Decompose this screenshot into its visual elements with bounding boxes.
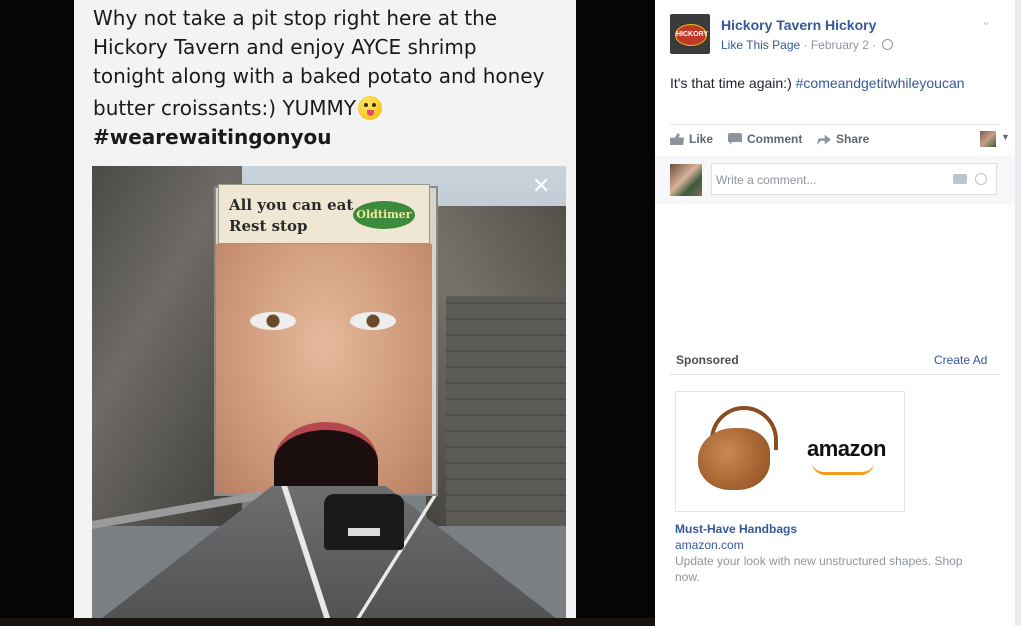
comment-label: Comment xyxy=(747,132,803,146)
share-button[interactable]: Share xyxy=(817,132,869,146)
page-name-link[interactable]: Hickory Tavern Hickory xyxy=(721,17,876,33)
share-label: Share xyxy=(836,132,870,146)
ad-domain-link[interactable]: amazon.com xyxy=(675,538,744,552)
share-arrow-icon xyxy=(817,134,831,145)
billboard-ad-image: All you can eat Rest stop Oldtimer ✕ xyxy=(92,166,566,626)
billboard-sign: All you can eat Rest stop Oldtimer xyxy=(218,184,430,244)
page-avatar[interactable]: HICKORY xyxy=(670,14,710,54)
globe-icon xyxy=(881,39,893,50)
sponsored-heading: Sponsored xyxy=(676,353,739,367)
ad-title-link[interactable]: Must-Have Handbags xyxy=(675,522,797,536)
stone-wall xyxy=(446,296,566,526)
divider xyxy=(670,124,1000,125)
winking-tongue-emoji-icon xyxy=(358,96,383,120)
left-eye xyxy=(250,312,296,330)
post-meta: Like This Page · February 2 · xyxy=(721,38,893,52)
photo-caption-text: Why not take a pit stop right here at th… xyxy=(93,6,545,120)
page-logo: HICKORY xyxy=(675,24,708,46)
post-hashtag-link[interactable]: #comeandgetitwhileyoucan xyxy=(796,75,965,91)
thumbs-up-icon xyxy=(670,133,684,145)
photo-caption: Why not take a pit stop right here at th… xyxy=(93,4,563,152)
photo-hashtag: #wearewaitingonyou xyxy=(93,125,332,149)
handbag-image xyxy=(690,404,778,496)
emoji-icon[interactable] xyxy=(975,173,987,185)
billboard-brand-logo: Oldtimer xyxy=(353,201,415,229)
post-actions: Like Comment Share ▼ xyxy=(670,130,1010,150)
ad-description: Update your look with new unstructured s… xyxy=(675,554,963,584)
car xyxy=(324,494,404,550)
handbag-body xyxy=(698,428,770,490)
face-billboard xyxy=(216,244,432,502)
right-eye xyxy=(350,312,396,330)
comment-bubble-icon xyxy=(728,133,742,145)
media-viewer-backdrop: Why not take a pit stop right here at th… xyxy=(0,0,655,626)
post-text-body: It's that time again:) xyxy=(670,75,796,91)
comment-button[interactable]: Comment xyxy=(728,132,802,146)
divider xyxy=(670,374,1000,375)
like-page-link[interactable]: Like This Page xyxy=(721,38,800,52)
like-button[interactable]: Like xyxy=(670,132,713,146)
post-text: It's that time again:) #comeandgetitwhil… xyxy=(670,75,965,91)
reactor-avatar[interactable] xyxy=(980,131,996,147)
ad-image[interactable]: amazon xyxy=(675,391,905,512)
shared-photo: Why not take a pit stop right here at th… xyxy=(74,0,576,626)
user-avatar xyxy=(670,164,702,196)
chevron-down-icon[interactable]: ⌄ xyxy=(981,14,995,28)
create-ad-link[interactable]: Create Ad xyxy=(934,353,987,367)
billboard-sign-text: All you can eat Rest stop xyxy=(229,196,354,235)
amazon-logo: amazon xyxy=(807,436,886,461)
caret-down-icon[interactable]: ▼ xyxy=(1001,132,1010,142)
camera-icon[interactable] xyxy=(953,174,967,184)
amazon-smile-icon xyxy=(812,462,874,475)
page-edge xyxy=(1015,0,1021,626)
post-date[interactable]: · February 2 · xyxy=(804,38,877,52)
bottom-strip xyxy=(0,618,655,626)
comment-composer: Write a comment... xyxy=(655,156,1015,204)
close-icon[interactable]: ✕ xyxy=(532,174,550,199)
post-sidebar: HICKORY Hickory Tavern Hickory Like This… xyxy=(655,0,1015,626)
like-label: Like xyxy=(689,132,714,146)
